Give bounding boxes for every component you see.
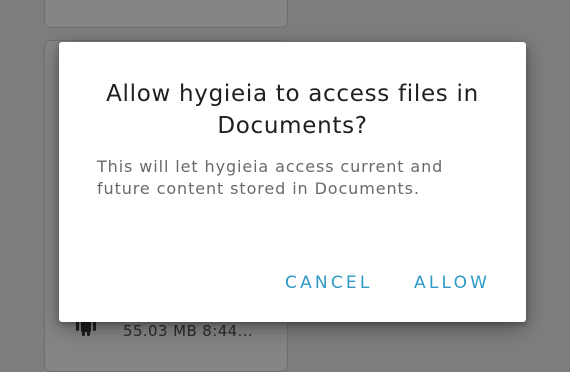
permission-dialog: Allow hygieia to access files in Documen… (59, 42, 526, 322)
allow-button[interactable]: ALLOW (414, 268, 490, 298)
background-file-card (44, 0, 288, 28)
file-meta: 55.03 MB 8:44... (123, 322, 254, 340)
dialog-actions: CANCEL ALLOW (59, 268, 526, 298)
dialog-message: This will let hygieia access current and… (97, 157, 444, 198)
dialog-title: Allow hygieia to access files in Documen… (106, 81, 479, 139)
cancel-button[interactable]: CANCEL (285, 268, 373, 298)
